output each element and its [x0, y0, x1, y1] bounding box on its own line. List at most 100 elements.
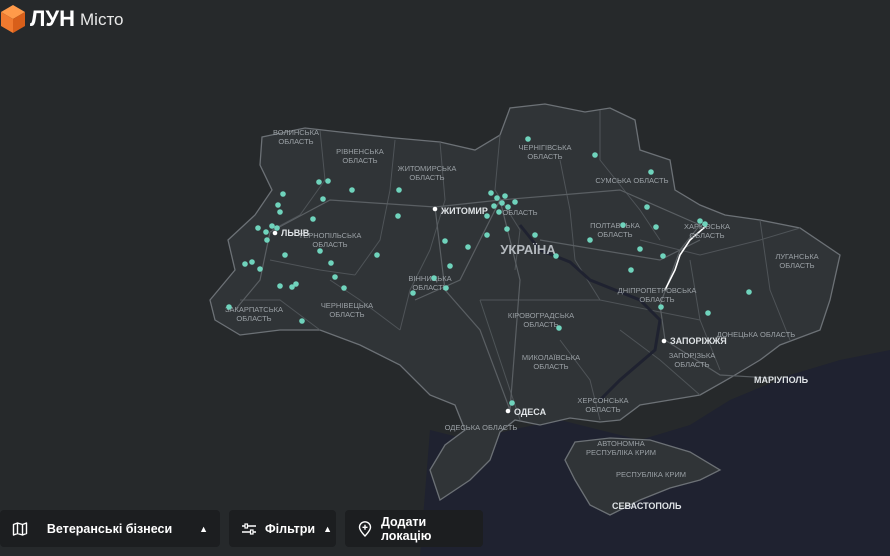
region-label-rivne: РІВНЕНСЬКА — [336, 147, 384, 156]
sliders-icon — [241, 521, 257, 537]
business-marker[interactable] — [320, 196, 326, 202]
business-marker[interactable] — [509, 400, 515, 406]
business-marker[interactable] — [447, 263, 453, 269]
business-marker[interactable] — [349, 187, 355, 193]
business-marker[interactable] — [269, 223, 275, 229]
business-marker[interactable] — [504, 226, 510, 232]
region-label-odesa: ОДЕСЬКА ОБЛАСТЬ — [445, 423, 518, 432]
business-marker[interactable] — [293, 281, 299, 287]
business-marker[interactable] — [644, 204, 650, 210]
business-marker[interactable] — [525, 136, 531, 142]
business-marker[interactable] — [396, 187, 402, 193]
country-label: УКРАЇНА — [500, 242, 556, 257]
business-marker[interactable] — [648, 169, 654, 175]
region-label-kherson-2: ОБЛАСТЬ — [585, 405, 620, 414]
business-marker[interactable] — [317, 248, 323, 254]
business-marker[interactable] — [395, 213, 401, 219]
region-label-dnipro-2: ОБЛАСТЬ — [639, 295, 674, 304]
business-marker[interactable] — [263, 229, 269, 235]
layers-dropdown-button[interactable]: Ветеранські бізнеси ▲ — [0, 510, 220, 547]
business-marker[interactable] — [249, 259, 255, 265]
city-label-sevastopol: СЕВАСТОПОЛЬ — [612, 501, 682, 511]
business-marker[interactable] — [274, 225, 280, 231]
business-marker[interactable] — [532, 232, 538, 238]
business-marker[interactable] — [746, 289, 752, 295]
region-label-dnipro: ДНІПРОПЕТРОВСЬКА — [618, 286, 697, 295]
business-marker[interactable] — [620, 222, 626, 228]
business-marker[interactable] — [280, 191, 286, 197]
region-label-volyn: ВОЛИНСЬКА — [273, 128, 319, 137]
bottom-toolbar: Ветеранські бізнеси ▲ Фільтри ▲ Додати л… — [0, 510, 483, 547]
filters-button[interactable]: Фільтри ▲ — [229, 510, 336, 547]
business-marker[interactable] — [494, 195, 500, 201]
brand-logo[interactable]: ЛУН Місто — [0, 4, 124, 34]
region-label-zaporizhzhia-2: ОБЛАСТЬ — [674, 360, 709, 369]
business-marker[interactable] — [653, 224, 659, 230]
region-label-mykolaiv-2: ОБЛАСТЬ — [533, 362, 568, 371]
city-label-zhytomyr: ЖИТОМИР — [440, 206, 488, 216]
business-marker[interactable] — [316, 179, 322, 185]
business-marker[interactable] — [502, 193, 508, 199]
business-marker[interactable] — [587, 237, 593, 243]
business-marker[interactable] — [556, 325, 562, 331]
business-marker[interactable] — [277, 283, 283, 289]
region-label-mykolaiv: МИКОЛАЇВСЬКА — [522, 353, 580, 362]
region-label-crimea: АВТОНОМНА — [597, 439, 645, 448]
map-icon — [12, 521, 28, 537]
region-label-kirovohrad: КІРОВОГРАДСЬКА — [508, 311, 574, 320]
business-marker[interactable] — [488, 190, 494, 196]
business-marker[interactable] — [705, 310, 711, 316]
business-marker[interactable] — [325, 178, 331, 184]
business-marker[interactable] — [660, 253, 666, 259]
business-marker[interactable] — [410, 290, 416, 296]
caret-up-icon: ▲ — [199, 523, 208, 534]
business-marker[interactable] — [512, 199, 518, 205]
business-marker[interactable] — [275, 202, 281, 208]
business-marker[interactable] — [341, 285, 347, 291]
region-label-vinnytsia: ВІННИЦЬКА — [408, 274, 451, 283]
business-marker[interactable] — [328, 260, 334, 266]
business-marker[interactable] — [277, 209, 283, 215]
business-marker[interactable] — [374, 252, 380, 258]
region-label-zakarpattia-2: ОБЛАСТЬ — [236, 314, 271, 323]
region-label-chernivtsi-2: ОБЛАСТЬ — [329, 310, 364, 319]
business-marker[interactable] — [658, 304, 664, 310]
business-marker[interactable] — [637, 246, 643, 252]
business-marker[interactable] — [332, 274, 338, 280]
region-label-rivne-2: ОБЛАСТЬ — [342, 156, 377, 165]
business-marker[interactable] — [702, 221, 708, 227]
business-marker[interactable] — [242, 261, 248, 267]
region-label-zaporizhzhia: ЗАПОРІЗЬКА — [669, 351, 716, 360]
business-marker[interactable] — [443, 285, 449, 291]
business-marker[interactable] — [442, 238, 448, 244]
business-marker[interactable] — [431, 275, 437, 281]
business-marker[interactable] — [628, 267, 634, 273]
business-marker[interactable] — [491, 203, 497, 209]
business-marker[interactable] — [499, 200, 505, 206]
business-marker[interactable] — [257, 266, 263, 272]
business-marker[interactable] — [505, 204, 511, 210]
business-marker[interactable] — [282, 252, 288, 258]
business-marker[interactable] — [226, 304, 232, 310]
business-marker[interactable] — [465, 244, 471, 250]
region-label-zhytomyr-2: ОБЛАСТЬ — [409, 173, 444, 182]
region-label-ternopil-2: ОБЛАСТЬ — [312, 240, 347, 249]
business-marker[interactable] — [484, 213, 490, 219]
business-marker[interactable] — [697, 218, 703, 224]
business-marker[interactable] — [553, 253, 559, 259]
add-location-label: Додати локацію — [381, 514, 432, 543]
business-marker[interactable] — [299, 318, 305, 324]
region-label-chernihiv-2: ОБЛАСТЬ — [527, 152, 562, 161]
business-marker[interactable] — [484, 232, 490, 238]
business-marker[interactable] — [310, 216, 316, 222]
region-label-kharkiv-2: ОБЛАСТЬ — [689, 231, 724, 240]
city-pin-lviv — [272, 230, 278, 236]
add-location-button[interactable]: Додати локацію — [345, 510, 483, 547]
business-marker[interactable] — [255, 225, 261, 231]
city-pin-zhytomyr — [432, 206, 438, 212]
business-marker[interactable] — [496, 209, 502, 215]
map-canvas[interactable]: ВОЛИНСЬКА ОБЛАСТЬ РІВНЕНСЬКА ОБЛАСТЬ ЖИТ… — [0, 0, 890, 556]
business-marker[interactable] — [264, 237, 270, 243]
region-label-sumy: СУМСЬКА ОБЛАСТЬ — [595, 176, 668, 185]
business-marker[interactable] — [592, 152, 598, 158]
